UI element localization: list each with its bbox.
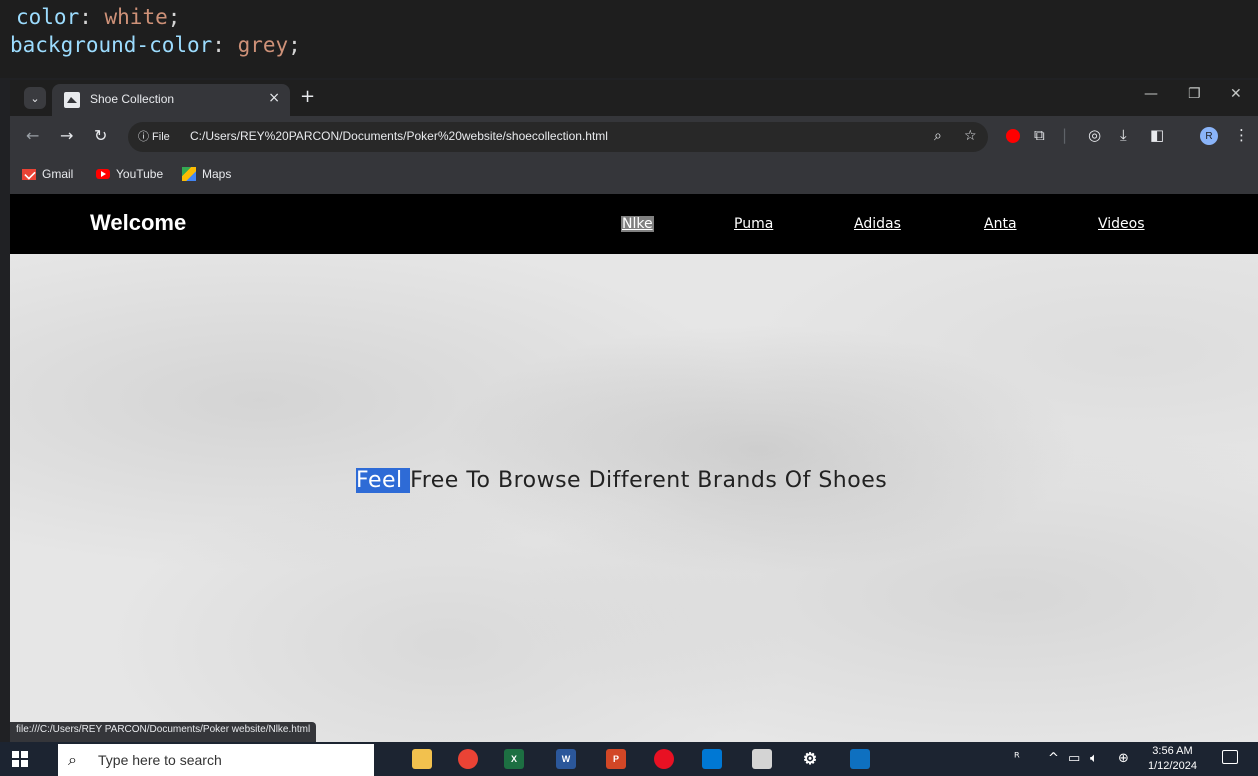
bookmark-star-icon[interactable]: ☆ — [964, 128, 977, 144]
media-player-icon[interactable] — [850, 749, 870, 769]
hero-section: Feel Free To Browse Different Brands Of … — [10, 254, 1258, 742]
new-tab-button[interactable]: + — [300, 86, 315, 107]
search-placeholder: Type here to search — [98, 752, 222, 768]
code-line-1: color: white; — [16, 5, 181, 29]
nav-link-nike[interactable]: Nlke — [621, 216, 654, 232]
language-globe-icon[interactable]: ⊕ — [1118, 751, 1129, 766]
chevron-up-icon[interactable]: ^ — [1048, 751, 1059, 766]
reload-icon[interactable]: ↻ — [94, 126, 107, 145]
nav-link-adidas[interactable]: Adidas — [854, 216, 901, 232]
minimize-icon[interactable]: — — [1144, 86, 1158, 102]
network-icon[interactable]: ▭ — [1068, 751, 1080, 766]
extensions-puzzle-icon[interactable]: ⧉ — [1034, 126, 1045, 144]
web-page: Welcome Nlke Puma Adidas Anta Videos Fee… — [10, 194, 1258, 742]
taskbar-clock[interactable]: 3:56 AM 1/12/2024 — [1148, 744, 1197, 774]
gmail-icon — [22, 168, 36, 180]
file-explorer-icon[interactable] — [412, 749, 432, 769]
nav-link-puma[interactable]: Puma — [734, 216, 773, 232]
excel-icon[interactable]: X — [504, 749, 524, 769]
link-status-bubble: file:///C:/Users/REY PARCON/Documents/Po… — [10, 722, 317, 742]
hero-selected-text: Feel — [356, 468, 411, 493]
browser-toolbar: ← → ↻ ⓘ File C:/Users/REY%20PARCON/Docum… — [10, 116, 1258, 158]
hero-text: Feel Free To Browse Different Brands Of … — [356, 468, 887, 493]
code-line-2: background-color: grey; — [10, 33, 301, 57]
toolbar-divider: | — [1062, 126, 1068, 144]
clock-time: 3:56 AM — [1152, 745, 1193, 757]
bookmark-maps[interactable]: Maps — [182, 167, 231, 181]
page-favicon-icon — [64, 92, 80, 108]
performance-icon[interactable]: ◎ — [1088, 126, 1101, 144]
site-header: Welcome Nlke Puma Adidas Anta Videos — [10, 194, 1258, 254]
notification-center-icon[interactable] — [1222, 750, 1238, 764]
vscode-icon[interactable] — [702, 749, 722, 769]
tab-title: Shoe Collection — [90, 92, 175, 106]
bookmark-gmail[interactable]: Gmail — [22, 167, 73, 181]
people-icon[interactable]: ᴿ — [1014, 751, 1020, 766]
forward-arrow-icon[interactable]: → — [60, 126, 73, 145]
nav-link-anta[interactable]: Anta — [984, 216, 1017, 232]
code-editor-snippet: color: white; background-color: grey; — [0, 0, 1258, 78]
site-title: Welcome — [90, 210, 187, 235]
search-icon: ⌕ — [68, 750, 77, 769]
bookmark-youtube[interactable]: YouTube — [96, 167, 163, 181]
nav-link-videos[interactable]: Videos — [1098, 216, 1145, 232]
bookmark-label: Gmail — [42, 167, 74, 181]
site-info-chip[interactable]: ⓘ File — [138, 128, 170, 144]
chevron-down-icon: ⌄ — [30, 91, 40, 105]
close-tab-icon[interactable]: × — [268, 90, 280, 106]
media-app-icon[interactable] — [654, 749, 674, 769]
acrobat-icon[interactable] — [752, 749, 772, 769]
download-icon[interactable]: ⤓ — [1120, 126, 1127, 144]
back-arrow-icon[interactable]: ← — [26, 126, 39, 145]
profile-avatar[interactable]: R — [1200, 127, 1218, 145]
css-value: white — [104, 5, 168, 29]
close-window-icon[interactable]: ✕ — [1230, 86, 1242, 102]
taskbar-search-box[interactable]: ⌕ Type here to search — [58, 744, 374, 776]
kebab-menu-icon[interactable]: ⋮ — [1234, 126, 1249, 144]
side-panel-icon[interactable]: ◧ — [1150, 126, 1164, 144]
youtube-icon — [96, 169, 110, 179]
settings-gear-icon[interactable]: ⚙ — [800, 749, 820, 769]
tab-shoe-collection[interactable]: Shoe Collection × — [52, 84, 290, 116]
css-property: color — [16, 5, 80, 29]
restore-icon[interactable]: ❐ — [1188, 86, 1201, 102]
tab-search-button[interactable]: ⌄ — [24, 87, 46, 109]
hero-text-rest: Free To Browse Different Brands Of Shoes — [410, 468, 888, 493]
browser-tab-bar: ⌄ Shoe Collection × + — ❐ ✕ — [10, 80, 1258, 116]
url-text[interactable]: C:/Users/REY%20PARCON/Documents/Poker%20… — [190, 129, 608, 143]
word-icon[interactable]: W — [556, 749, 576, 769]
volume-icon[interactable]: 🔈︎ — [1090, 751, 1098, 766]
youtube-extension-icon[interactable] — [1006, 129, 1020, 143]
css-value: grey — [237, 33, 289, 57]
zoom-icon[interactable]: ⌕ — [934, 128, 942, 144]
clock-date: 1/12/2024 — [1148, 760, 1197, 772]
address-bar[interactable]: ⓘ File C:/Users/REY%20PARCON/Documents/P… — [128, 122, 988, 152]
windows-taskbar: ⌕ Type here to search X W P ⚙ ᴿ ^ ▭ 🔈︎ ⊕… — [0, 742, 1258, 776]
screen: color: white; background-color: grey; ⌄ … — [0, 0, 1258, 776]
powerpoint-icon[interactable]: P — [606, 749, 626, 769]
maps-icon — [182, 167, 196, 181]
bookmarks-bar: Gmail YouTube Maps — [10, 158, 1258, 194]
bookmark-label: Maps — [202, 167, 232, 181]
css-property: background-color — [10, 33, 213, 57]
windows-start-icon[interactable] — [12, 751, 28, 767]
bookmark-label: YouTube — [116, 167, 164, 181]
chrome-icon[interactable] — [458, 749, 478, 769]
